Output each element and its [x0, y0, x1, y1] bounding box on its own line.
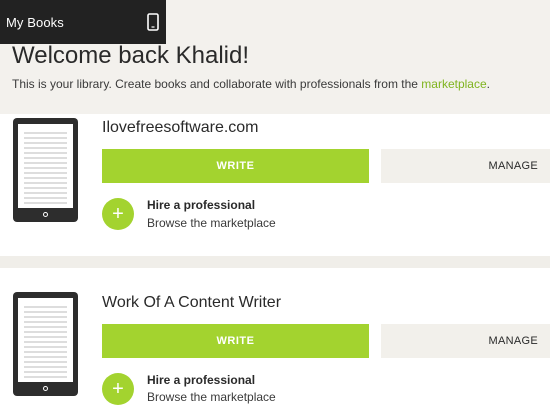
- hire-professional-link[interactable]: Hire a professional: [147, 373, 255, 387]
- marketplace-link[interactable]: marketplace: [421, 77, 486, 91]
- my-books-title[interactable]: My Books: [6, 15, 64, 30]
- browse-marketplace-link[interactable]: Browse the marketplace: [147, 390, 276, 404]
- book-title[interactable]: Ilovefreesoftware.com: [102, 119, 259, 137]
- card-spacer: [0, 268, 550, 289]
- book-card: Work Of A Content Writer WRITE MANAGE + …: [0, 289, 550, 408]
- top-bar: My Books: [0, 0, 166, 44]
- write-button[interactable]: WRITE: [102, 149, 369, 183]
- book-cover-icon[interactable]: [13, 292, 78, 396]
- subtitle-period: .: [486, 77, 491, 91]
- hire-professional-link[interactable]: Hire a professional: [147, 198, 255, 212]
- book-cover-screen: [18, 298, 73, 382]
- book-cover-icon[interactable]: [13, 118, 78, 222]
- browse-marketplace-link[interactable]: Browse the marketplace: [147, 216, 276, 230]
- book-cover-screen: [18, 124, 73, 208]
- book-card: Ilovefreesoftware.com WRITE MANAGE + Hir…: [0, 114, 550, 256]
- manage-button[interactable]: MANAGE: [381, 149, 550, 183]
- plus-icon[interactable]: +: [102, 373, 134, 405]
- tablet-home-button: [43, 386, 48, 391]
- card-divider: [0, 256, 550, 268]
- mobile-device-icon[interactable]: [146, 11, 160, 33]
- write-button[interactable]: WRITE: [102, 324, 369, 358]
- plus-icon[interactable]: +: [102, 198, 134, 230]
- manage-button[interactable]: MANAGE: [381, 324, 550, 358]
- subtitle-text: This is your library. Create books and c…: [12, 77, 422, 91]
- book-title[interactable]: Work Of A Content Writer: [102, 294, 281, 312]
- page-title: Welcome back Khalid!: [12, 42, 249, 69]
- tablet-home-button: [43, 212, 48, 217]
- page-subtitle: This is your library. Create books and c…: [12, 77, 490, 91]
